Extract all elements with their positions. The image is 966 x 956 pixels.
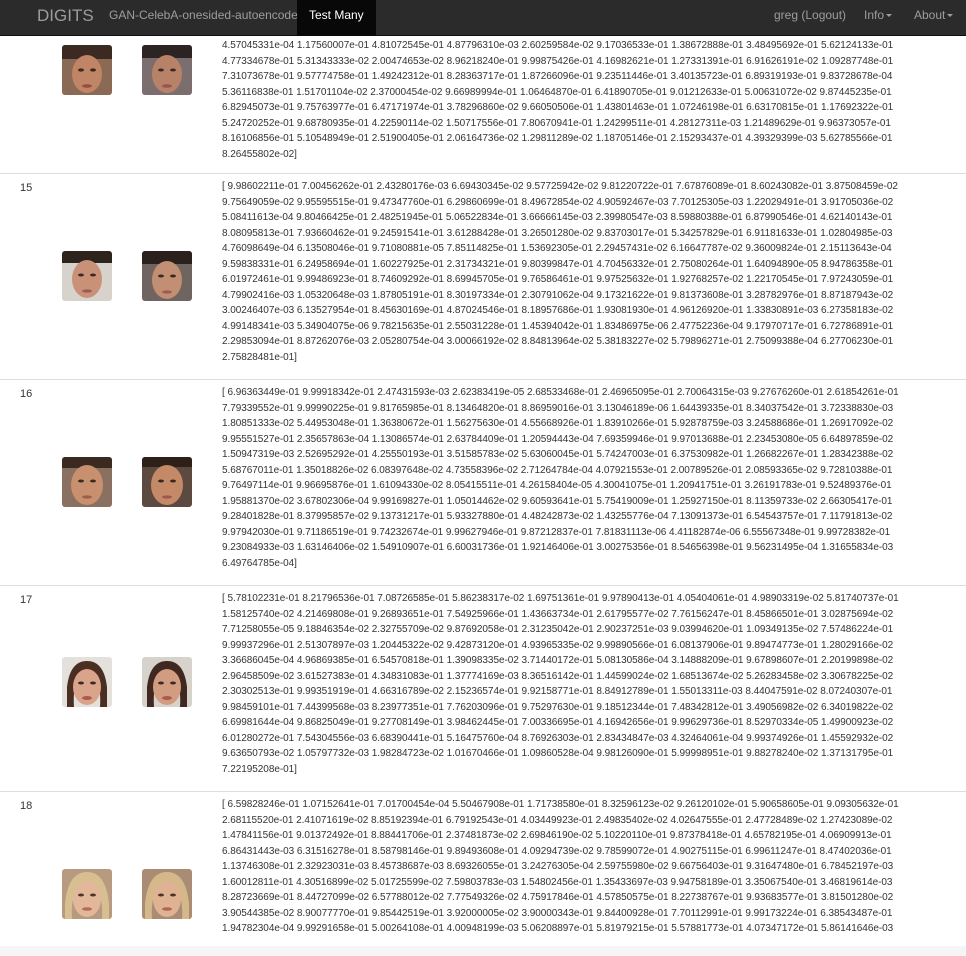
table-row: 16 [ 6.96363449e-01 9.99918342e-01 2.474 (0, 379, 966, 585)
input-face-image (62, 45, 112, 95)
top-navbar: DIGITS GAN-CelebA-onesided-autoencoder T… (0, 0, 966, 36)
reconstructed-face-image (142, 251, 192, 301)
row-index: 15 (20, 182, 33, 194)
latent-vector-text: 4.57045331e-04 1.17560007e-01 4.81072545… (222, 40, 894, 160)
reconstructed-face-image (142, 457, 192, 507)
row-index: 17 (20, 594, 33, 606)
latent-vector-text: [ 6.96363449e-01 9.99918342e-01 2.474315… (222, 387, 899, 569)
table-row: 4.57045331e-04 1.17560007e-01 4.81072545… (0, 36, 966, 173)
results-table: 4.57045331e-04 1.17560007e-01 4.81072545… (0, 36, 966, 947)
tab-test-many[interactable]: Test Many (297, 0, 376, 36)
latent-vector-text: [ 9.98602211e-01 7.00456262e-01 2.432801… (222, 181, 898, 363)
table-row: 15 [ 9.98602211e-01 7.00456262e-01 2.432 (0, 173, 966, 379)
reconstructed-face-image (142, 45, 192, 95)
row-index: 18 (20, 800, 33, 812)
reconstructed-face-image (142, 657, 192, 707)
input-face-image (62, 869, 112, 919)
bottom-scroll-edge (0, 946, 966, 956)
input-face-image (62, 657, 112, 707)
about-label: About (914, 8, 946, 22)
nav-model-link[interactable]: GAN-CelebA-onesided-autoencoder (109, 0, 302, 36)
caret-down-icon (947, 14, 954, 18)
about-dropdown[interactable]: About (914, 0, 954, 36)
caret-down-icon (886, 14, 893, 18)
latent-vector-text: [ 6.59828246e-01 1.07152641e-01 7.017004… (222, 799, 899, 934)
table-row: 17 [ 5.78102231e-01 8.21796536e-01 7.087 (0, 585, 966, 791)
user-logout-link[interactable]: greg (Logout) (774, 0, 846, 36)
row-index: 16 (20, 388, 33, 400)
input-face-image (62, 457, 112, 507)
input-face-image (62, 251, 112, 301)
latent-vector-text: [ 5.78102231e-01 8.21796536e-01 7.087265… (222, 593, 899, 775)
info-label: Info (864, 8, 885, 22)
table-row: 18 [ 6.59828246e-01 1.07152641e-01 7.017 (0, 791, 966, 947)
info-dropdown[interactable]: Info (864, 0, 893, 36)
reconstructed-face-image (142, 869, 192, 919)
brand-logo-digits[interactable]: DIGITS (37, 0, 94, 32)
